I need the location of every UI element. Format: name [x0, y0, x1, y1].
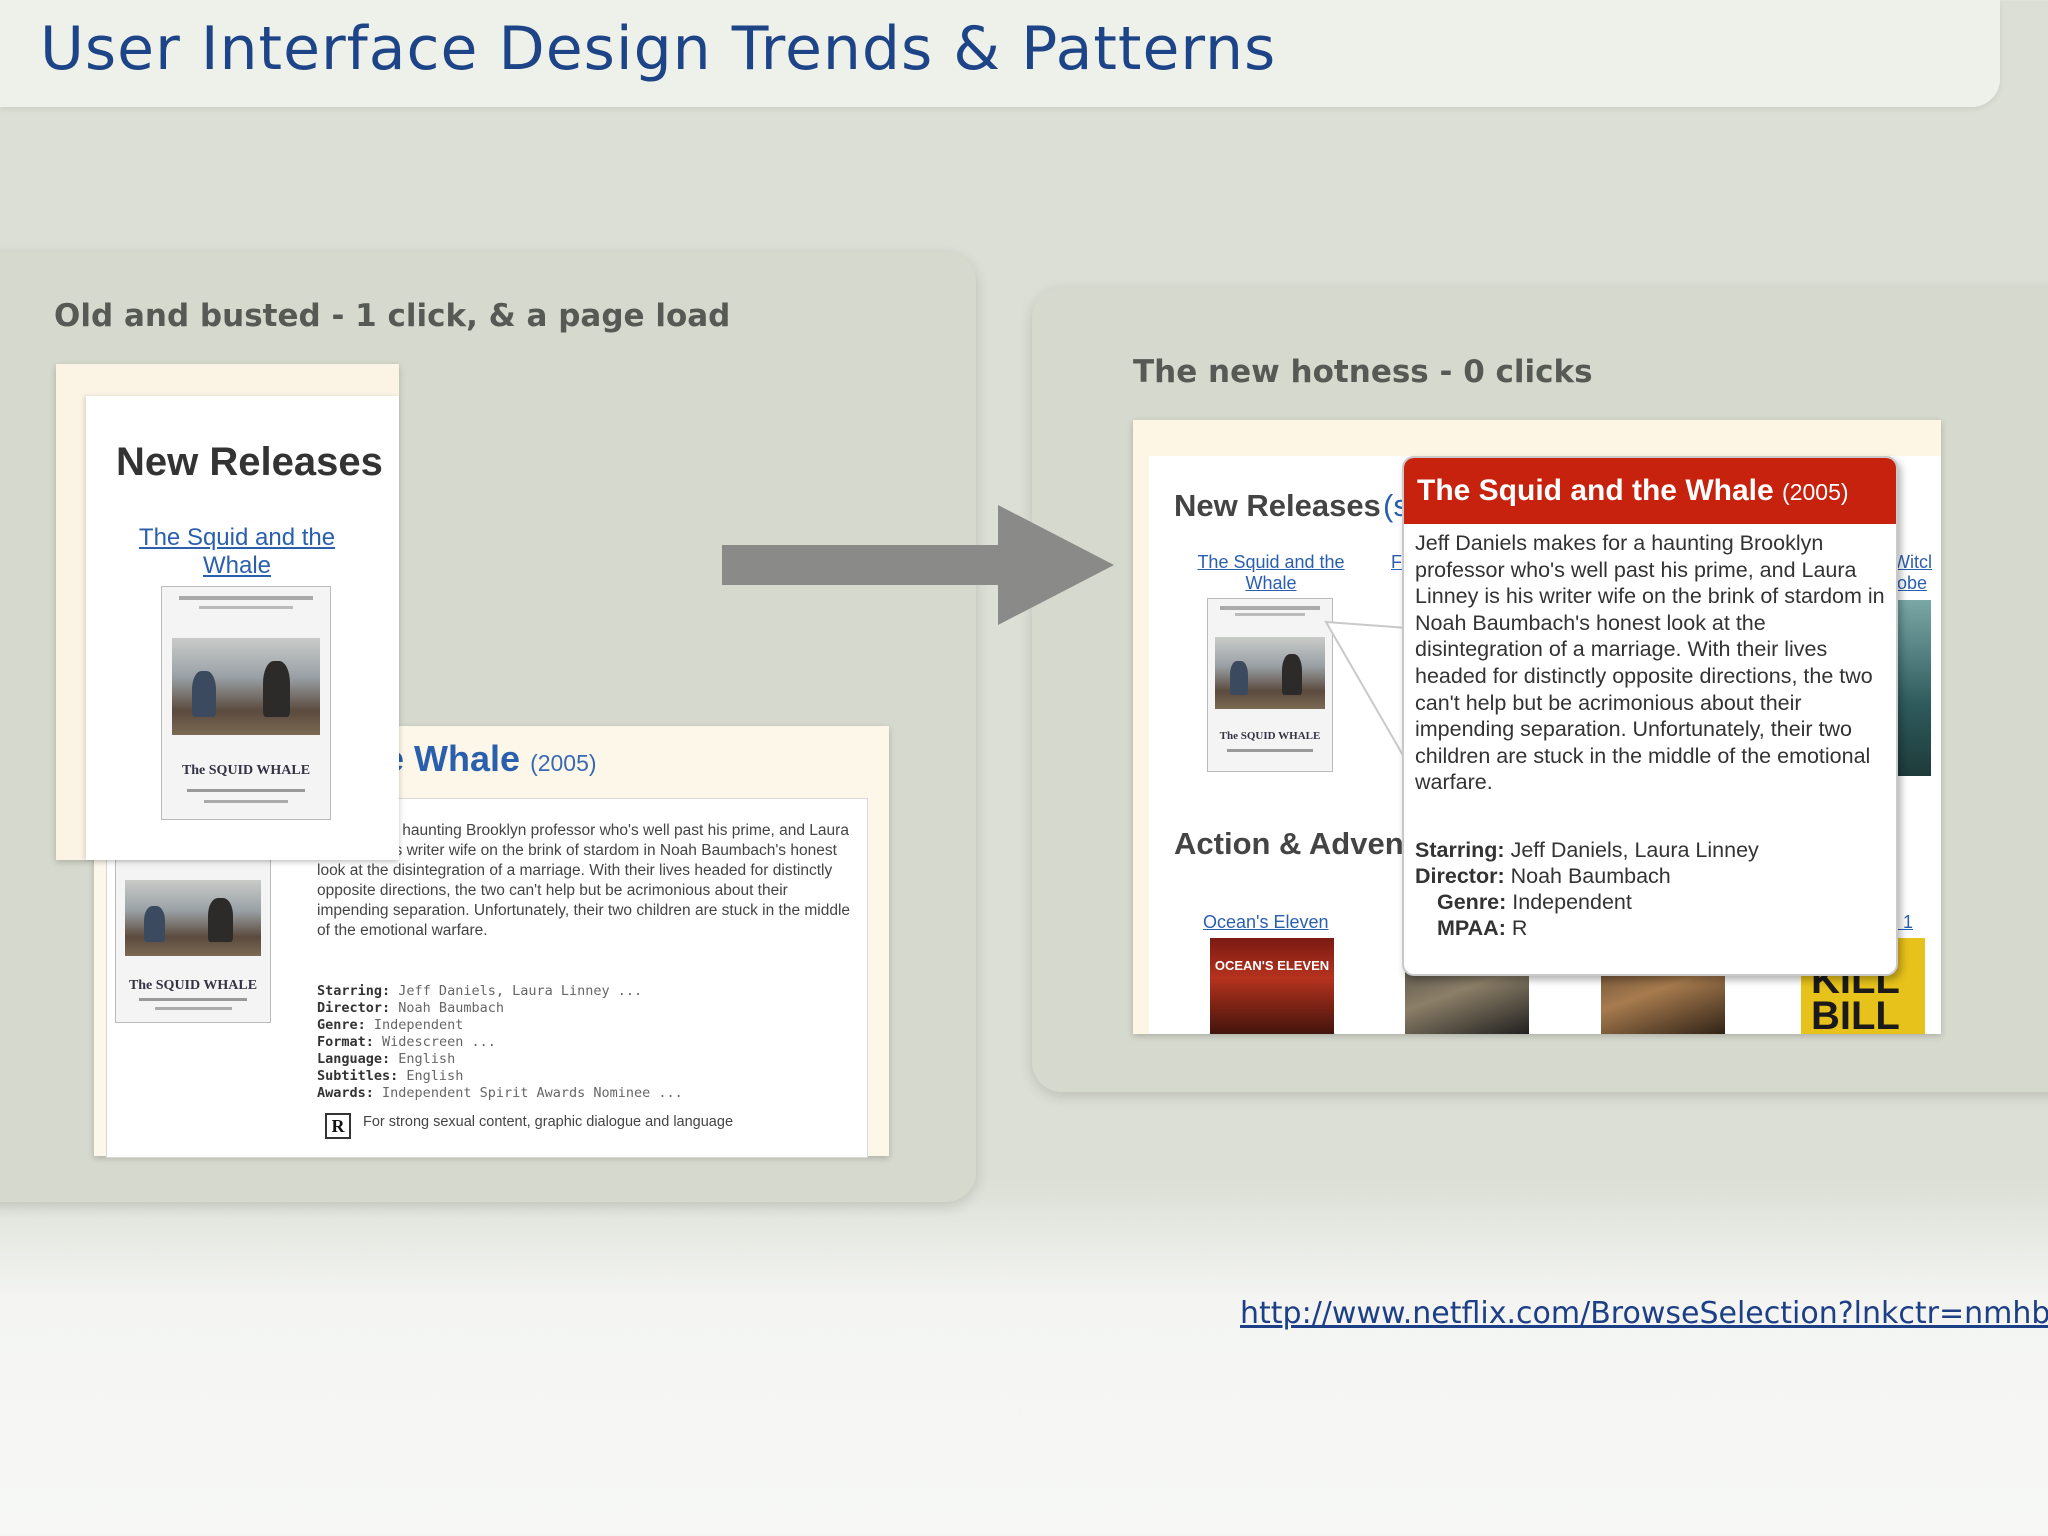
- popup-mpaa: MPAA: R: [1437, 916, 1528, 940]
- popup-year: (2005): [1782, 479, 1849, 505]
- movie-hover-popup: The Squid and the Whale (2005) Jeff Dani…: [1402, 456, 1898, 976]
- title-bar: User Interface Design Trends & Patterns: [0, 0, 2000, 107]
- movie-link-partial-f[interactable]: F: [1391, 552, 1402, 573]
- movie-poster[interactable]: The SQUID WHALE: [161, 586, 331, 820]
- detail-genre: Genre: Independent: [317, 1017, 464, 1033]
- movie-link-oceans-eleven[interactable]: Ocean's Eleven: [1203, 912, 1329, 933]
- popup-genre: Genre: Independent: [1437, 890, 1632, 914]
- popup-header: The Squid and the Whale (2005): [1404, 458, 1896, 524]
- detail-title-text: e Whale: [384, 738, 521, 779]
- old-new-releases-screenshot: New Releases The Squid and the Whale The…: [56, 364, 399, 860]
- new-approach-caption: The new hotness - 0 clicks: [1133, 354, 1593, 390]
- detail-movie-title: e Whale (2005): [384, 738, 597, 780]
- rating-reason: For strong sexual content, graphic dialo…: [363, 1114, 734, 1130]
- movie-poster-squid-whale[interactable]: The SQUID WHALE: [1207, 598, 1333, 772]
- movie-poster-oceans-eleven[interactable]: OCEAN'S ELEVEN: [1210, 938, 1334, 1034]
- movie-link-partial-witch[interactable]: Witcl: [1893, 552, 1932, 573]
- detail-year: (2005): [530, 750, 597, 776]
- popup-director: Director: Noah Baumbach: [1415, 864, 1671, 888]
- detail-starring: Starring: Jeff Daniels, Laura Linney ...: [317, 983, 643, 999]
- popup-title: The Squid and the Whale (2005): [1417, 474, 1849, 508]
- popup-starring: Starring: Jeff Daniels, Laura Linney: [1415, 838, 1759, 862]
- poster-title-text: The SQUID WHALE: [1219, 729, 1321, 742]
- action-adventure-heading: Action & Adven: [1174, 826, 1404, 861]
- source-url-link[interactable]: http://www.netflix.com/BrowseSelection?l…: [1240, 1296, 2048, 1331]
- detail-subtitles: Subtitles: English: [317, 1068, 464, 1084]
- movie-link-squid-whale[interactable]: The Squid and the Whale: [126, 524, 348, 580]
- movie-poster-partial[interactable]: [1895, 600, 1931, 776]
- detail-language: Language: English: [317, 1051, 456, 1067]
- detail-format: Format: Widescreen ...: [317, 1034, 496, 1050]
- poster-title-text: The SQUID WHALE: [128, 978, 258, 994]
- detail-movie-poster: The SQUID WHALE: [115, 839, 271, 1023]
- detail-director: Director: Noah Baumbach: [317, 1000, 504, 1016]
- new-releases-card: New Releases The Squid and the Whale The…: [86, 396, 399, 860]
- new-releases-heading: New Releases: [1174, 488, 1381, 523]
- detail-awards: Awards: Independent Spirit Awards Nomine…: [317, 1085, 683, 1101]
- movie-link-squid-whale[interactable]: The Squid and the Whale: [1185, 552, 1357, 594]
- mpaa-r-rating-icon: R: [325, 1113, 351, 1139]
- new-releases-heading: New Releases: [116, 440, 383, 484]
- popup-pointer-icon: [1324, 620, 1410, 768]
- old-approach-caption: Old and busted - 1 click, & a page load: [54, 298, 731, 334]
- popup-description: Jeff Daniels makes for a haunting Brookl…: [1415, 531, 1885, 795]
- popup-title-text: The Squid and the Whale: [1417, 474, 1774, 507]
- right-arrow-icon: [722, 505, 1114, 625]
- poster-title-text: The SQUID WHALE: [181, 763, 311, 779]
- oceans-poster-text: OCEAN'S ELEVEN: [1214, 958, 1330, 973]
- slide-title: User Interface Design Trends & Patterns: [40, 14, 1277, 84]
